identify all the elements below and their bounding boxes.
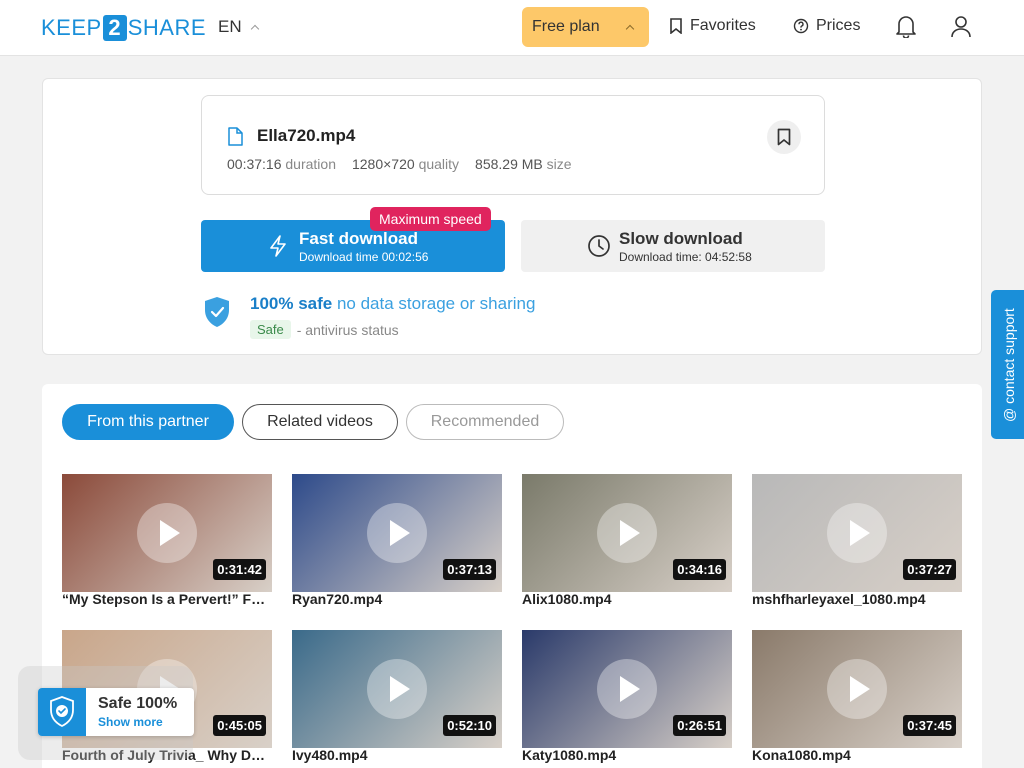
quality-label: quality bbox=[418, 156, 460, 172]
shield-check-icon bbox=[205, 297, 229, 327]
logo-text-right: SHARE bbox=[127, 15, 206, 40]
video-thumbnail[interactable]: 0:34:16 bbox=[522, 474, 732, 592]
play-icon bbox=[137, 503, 197, 563]
video-title[interactable]: Katy1080.mp4 bbox=[522, 747, 732, 763]
duration-value: 00:37:16 bbox=[227, 156, 282, 172]
language-label: EN bbox=[218, 17, 242, 36]
tab-from-this-partner[interactable]: From this partner bbox=[62, 404, 234, 440]
plan-button[interactable]: Free plan bbox=[522, 7, 649, 47]
file-icon bbox=[228, 127, 243, 146]
max-speed-badge: Maximum speed bbox=[370, 207, 491, 231]
safety-headline: 100% safe no data storage or sharing bbox=[250, 294, 535, 314]
slow-download-time: Download time: 04:52:58 bbox=[619, 249, 752, 264]
contact-support-label: @ contact support bbox=[1001, 308, 1017, 422]
fast-download-title: Fast download bbox=[299, 228, 418, 248]
top-bar: KEEP 2 SHARE EN Free plan Favorites Pric… bbox=[0, 0, 1024, 56]
prices-label: Prices bbox=[816, 17, 861, 34]
size-value: 858.29 MB bbox=[475, 156, 543, 172]
bookmark-icon bbox=[670, 18, 682, 34]
size-label: size bbox=[546, 156, 572, 172]
video-title[interactable]: Kona1080.mp4 bbox=[752, 747, 962, 763]
chevron-up-icon bbox=[625, 24, 635, 34]
safety-strong: 100% safe bbox=[250, 294, 333, 313]
clock-icon bbox=[588, 235, 610, 257]
video-thumbnail[interactable]: 0:37:45 bbox=[752, 630, 962, 748]
favorites-link[interactable]: Favorites bbox=[669, 17, 756, 35]
video-title[interactable]: mshfharleyaxel_1080.mp4 bbox=[752, 591, 962, 607]
bell-icon bbox=[896, 16, 916, 39]
chevron-up-icon bbox=[250, 24, 259, 34]
bookmark-icon bbox=[777, 128, 791, 146]
question-circle-icon bbox=[793, 18, 809, 34]
video-thumbnail[interactable]: 0:52:10 bbox=[292, 630, 502, 748]
antivirus-status: Safe - antivirus status bbox=[250, 320, 399, 339]
video-duration: 0:34:16 bbox=[673, 559, 726, 580]
duration-label: duration bbox=[285, 156, 336, 172]
logo-number: 2 bbox=[102, 15, 127, 41]
file-card: Ella720.mp4 00:37:16 duration 1280×720 q… bbox=[201, 95, 825, 195]
play-icon bbox=[827, 659, 887, 719]
play-icon bbox=[597, 659, 657, 719]
tab-related-videos[interactable]: Related videos bbox=[242, 404, 398, 440]
video-thumbnail[interactable]: 0:31:42 bbox=[62, 474, 272, 592]
tab-recommended[interactable]: Recommended bbox=[406, 404, 564, 440]
play-icon bbox=[827, 503, 887, 563]
video-duration: 0:37:13 bbox=[443, 559, 496, 580]
slow-download-title: Slow download bbox=[619, 228, 743, 248]
show-more-link[interactable]: Show more bbox=[98, 715, 163, 729]
notifications-button[interactable] bbox=[895, 14, 919, 40]
logo[interactable]: KEEP 2 SHARE bbox=[41, 15, 206, 41]
video-duration: 0:37:27 bbox=[903, 559, 956, 580]
video-duration: 0:26:51 bbox=[673, 715, 726, 736]
favorites-label: Favorites bbox=[690, 17, 756, 34]
file-quality: 1280×720 quality bbox=[352, 156, 459, 172]
file-meta: 00:37:16 duration 1280×720 quality 858.2… bbox=[227, 156, 572, 172]
slow-download-button[interactable]: Slow download Download time: 04:52:58 bbox=[521, 220, 825, 272]
account-button[interactable] bbox=[950, 14, 974, 40]
slow-download-text: Slow download Download time: 04:52:58 bbox=[619, 229, 752, 264]
fast-download-text: Fast download Download time 00:02:56 bbox=[299, 229, 428, 264]
video-duration: 0:52:10 bbox=[443, 715, 496, 736]
download-panel: Ella720.mp4 00:37:16 duration 1280×720 q… bbox=[42, 78, 982, 355]
video-duration: 0:45:05 bbox=[213, 715, 266, 736]
contact-support-button[interactable]: @ contact support bbox=[991, 290, 1024, 439]
video-thumbnail[interactable]: 0:26:51 bbox=[522, 630, 732, 748]
video-title[interactable]: Alix1080.mp4 bbox=[522, 591, 732, 607]
fast-download-time: Download time 00:02:56 bbox=[299, 249, 429, 264]
play-icon bbox=[367, 503, 427, 563]
logo-text-left: KEEP bbox=[41, 15, 102, 40]
antivirus-status-label: - antivirus status bbox=[296, 321, 399, 338]
safety-rest: no data storage or sharing bbox=[336, 294, 536, 313]
video-duration: 0:37:45 bbox=[903, 715, 956, 736]
video-thumbnail[interactable]: 0:37:13 bbox=[292, 474, 502, 592]
shield-check-icon bbox=[50, 696, 74, 728]
safe-badge-icon-box bbox=[38, 688, 86, 736]
language-selector[interactable]: EN bbox=[218, 17, 259, 37]
video-thumbnail[interactable]: 0:37:27 bbox=[752, 474, 962, 592]
video-title[interactable]: Ivy480.mp4 bbox=[292, 747, 502, 763]
file-name: Ella720.mp4 bbox=[257, 126, 356, 145]
video-title[interactable]: Ryan720.mp4 bbox=[292, 591, 502, 607]
lightning-icon bbox=[270, 235, 286, 257]
video-title[interactable]: “My Stepson Is a Pervert!” Fuc… bbox=[62, 591, 272, 607]
quality-value: 1280×720 bbox=[351, 156, 415, 172]
file-duration: 00:37:16 duration bbox=[227, 156, 336, 172]
plan-label: Free plan bbox=[532, 18, 600, 35]
file-size: 858.29 MB size bbox=[475, 156, 572, 172]
prices-link[interactable]: Prices bbox=[793, 17, 860, 35]
user-icon bbox=[951, 16, 971, 38]
safe-badge[interactable]: Safe 100% Show more bbox=[38, 688, 194, 736]
safe-badge-title: Safe 100% bbox=[98, 695, 178, 712]
safe-tag: Safe bbox=[250, 320, 291, 339]
video-duration: 0:31:42 bbox=[213, 559, 266, 580]
play-icon bbox=[597, 503, 657, 563]
video-tabs: From this partner Related videos Recomme… bbox=[62, 404, 564, 440]
play-icon bbox=[367, 659, 427, 719]
bookmark-button[interactable] bbox=[767, 120, 801, 154]
